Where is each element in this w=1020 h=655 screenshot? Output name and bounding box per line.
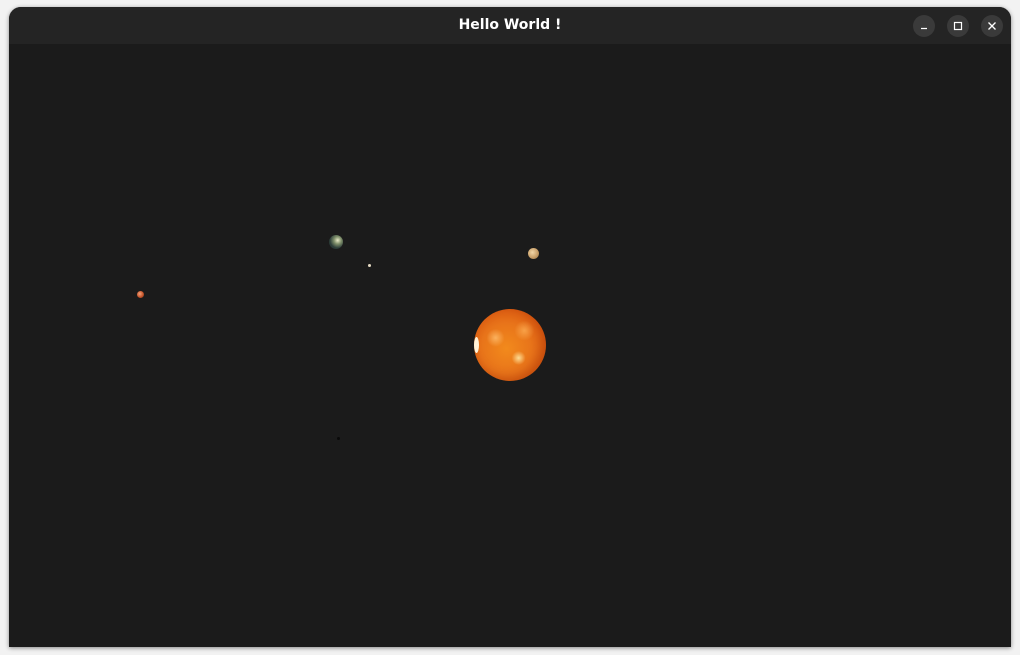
close-icon (988, 22, 996, 30)
sun-sphere (474, 309, 546, 381)
planet-dark (337, 437, 340, 440)
title-bar[interactable]: Hello World ! (9, 7, 1011, 44)
planet-small-white (368, 264, 371, 267)
maximize-icon (953, 21, 963, 31)
maximize-button[interactable] (947, 15, 969, 37)
planet-tan (528, 248, 539, 259)
minimize-button[interactable] (913, 15, 935, 37)
minimize-icon (921, 27, 927, 30)
render-viewport[interactable] (9, 44, 1011, 647)
app-window: Hello World ! (9, 7, 1011, 647)
planet-red (137, 291, 144, 298)
planet-dark-green (329, 235, 343, 249)
close-button[interactable] (981, 15, 1003, 37)
window-title: Hello World ! (458, 17, 562, 33)
